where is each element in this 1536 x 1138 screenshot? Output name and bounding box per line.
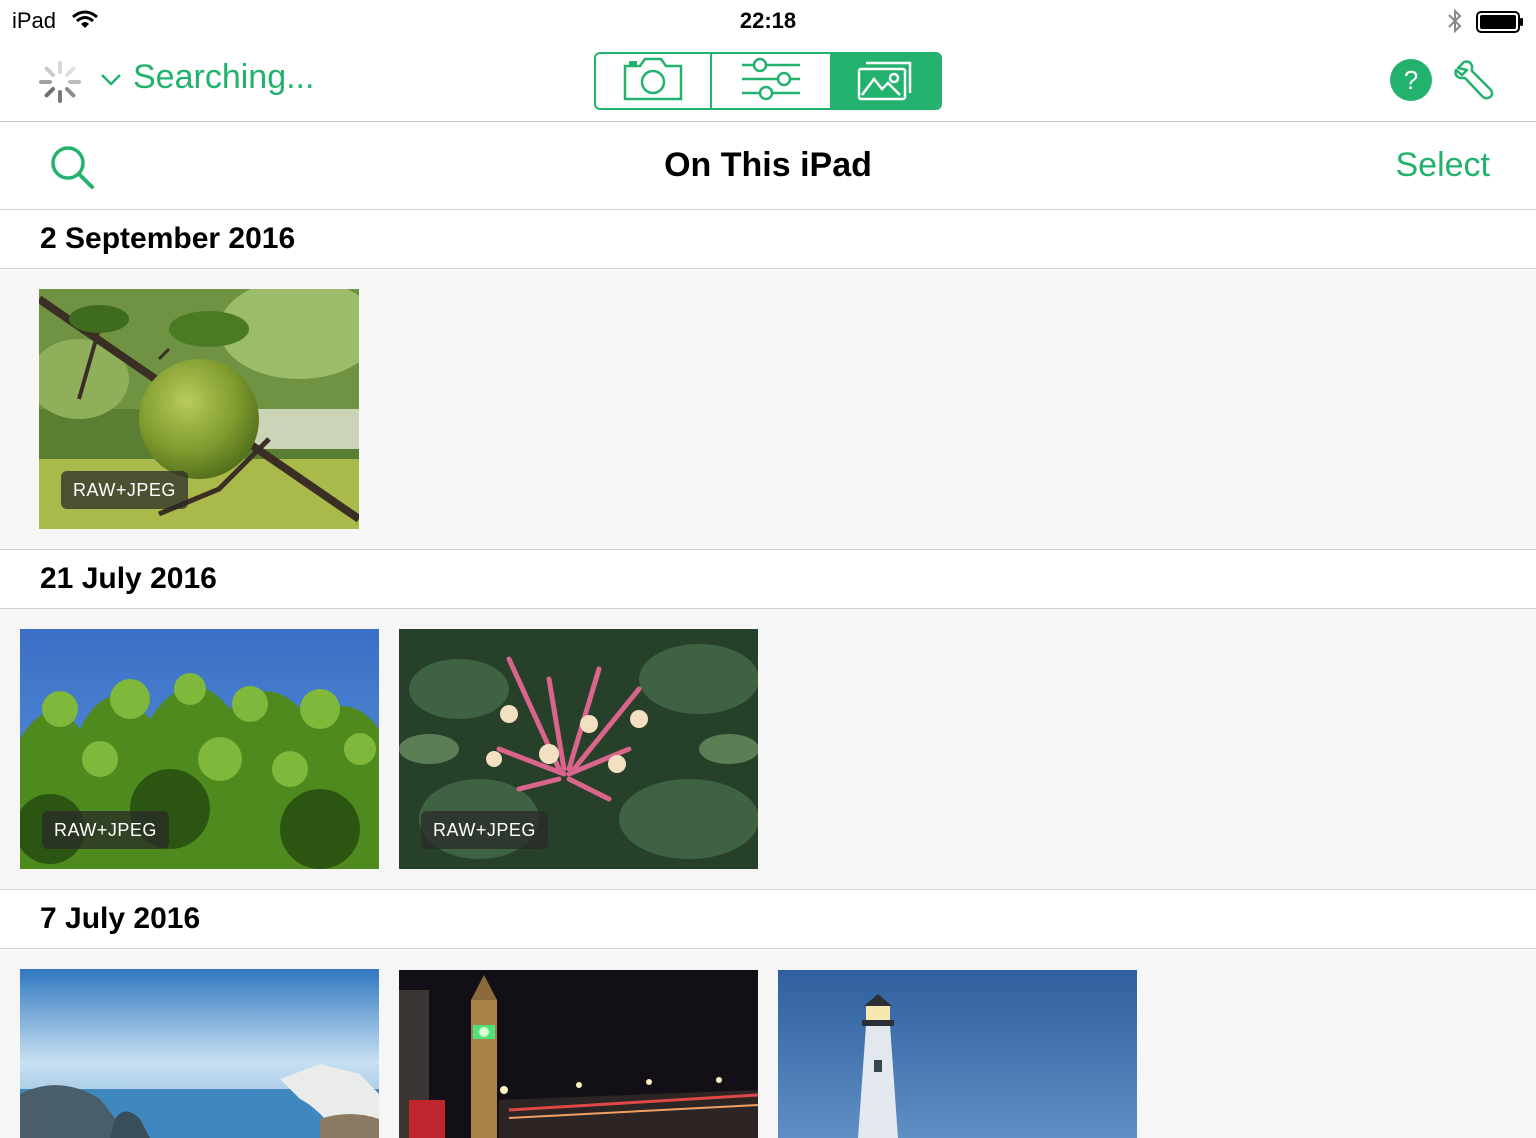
tab-adjustments[interactable] [712,54,830,108]
select-button[interactable]: Select [1396,146,1491,185]
status-bar: iPad 22:18 [0,0,1536,40]
section-date: 2 September 2016 [40,222,296,255]
clock: 22:18 [739,8,797,33]
activity-spinner-icon [38,60,82,104]
top-toolbar: Searching... ? [0,40,1536,122]
navigation-bar: On This iPad Select [0,122,1536,210]
section-header: 2 September 2016 [0,209,1536,269]
camera-icon [622,56,684,107]
coast-arch-photo [20,969,379,1138]
section-date: 7 July 2016 [40,902,201,935]
photo-thumbnail[interactable]: RAW+JPEG [20,629,379,869]
section-date: 21 July 2016 [40,562,217,595]
source-status-label[interactable]: Searching... [133,58,314,97]
battery-icon [1476,11,1523,33]
photo-thumbnail[interactable] [20,969,379,1138]
mode-segmented-control [594,52,942,110]
bluetooth-icon [1446,8,1464,39]
photo-thumbnail[interactable] [399,970,758,1138]
photo-thumbnail[interactable] [778,970,1137,1138]
sliders-icon [740,57,802,106]
tab-camera[interactable] [596,54,712,108]
big-ben-night-photo [399,970,758,1138]
photos-icon [856,57,914,106]
format-badge: RAW+JPEG [61,471,188,509]
photo-thumbnail[interactable]: RAW+JPEG [39,289,359,529]
help-label: ? [1403,65,1419,95]
page-title: On This iPad [664,146,872,184]
chevron-down-icon[interactable] [100,73,122,92]
wrench-icon[interactable] [1452,58,1496,107]
format-badge: RAW+JPEG [421,811,548,849]
lighthouse-photo [778,970,1137,1138]
tab-photos[interactable] [830,54,940,108]
format-badge: RAW+JPEG [42,811,169,849]
section-header: 21 July 2016 [0,549,1536,609]
photo-thumbnail[interactable]: RAW+JPEG [399,629,758,869]
help-button[interactable]: ? [1390,59,1432,101]
section-header: 7 July 2016 [0,889,1536,949]
